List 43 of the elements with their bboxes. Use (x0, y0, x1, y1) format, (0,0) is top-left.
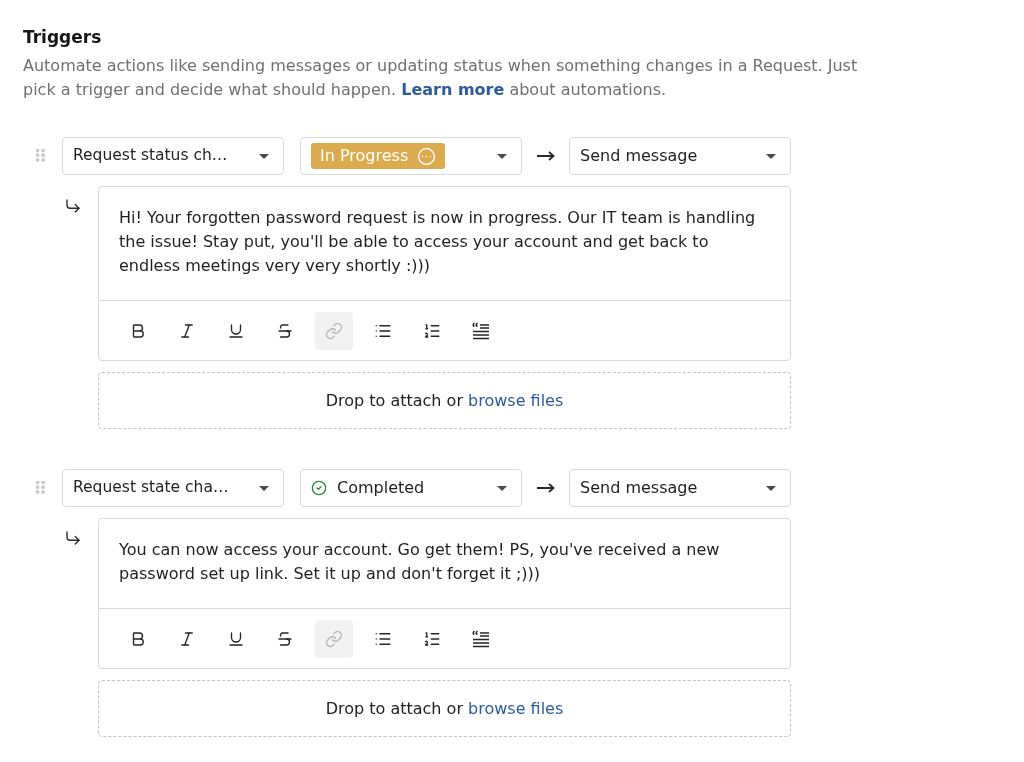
drag-handle-icon[interactable] (36, 481, 46, 495)
underline-icon (227, 629, 245, 648)
return-arrow-icon (64, 197, 82, 215)
message-input[interactable]: You can now access your account. Go get them! PS, you've received a new password set up link. Set it up and don't forget it ;))) (99, 519, 790, 608)
strikethrough-icon (276, 629, 294, 648)
section-description: Automate actions like sending messages or updating status when something changes in a Request. Just pick a trigger and decide what should happen. Learn more about automations. (23, 55, 859, 101)
caret-icon (259, 153, 269, 159)
status-label: Completed (337, 477, 425, 499)
attach-hint: Drop to attach or browse files (325, 389, 564, 412)
status-badge: In Progress (311, 143, 446, 169)
action-select[interactable]: Send message (569, 137, 791, 175)
link-icon (325, 321, 343, 340)
drag-handle-icon[interactable] (36, 149, 46, 163)
learn-more-link[interactable]: Learn more (401, 80, 505, 99)
numbered-list-icon (423, 321, 441, 340)
file-drop-zone[interactable]: Drop to attach or browse files (98, 372, 791, 429)
italic-icon (178, 629, 196, 648)
status-select[interactable]: Completed (300, 469, 522, 507)
caret-icon (766, 153, 776, 159)
event-select[interactable]: Request state cha… (62, 469, 284, 507)
strikethrough-icon (276, 321, 294, 340)
quote-icon (472, 629, 490, 648)
quote-icon (472, 321, 490, 340)
return-arrow-icon (64, 529, 82, 547)
attach-hint: Drop to attach or browse files (325, 697, 564, 720)
caret-icon (766, 485, 776, 491)
underline-icon (227, 321, 245, 340)
caret-icon (497, 153, 507, 159)
action-select[interactable]: Send message (569, 469, 791, 507)
caret-icon (497, 485, 507, 491)
arrow-right-icon (536, 483, 555, 493)
section-title: Triggers (23, 26, 103, 48)
link-icon (325, 629, 343, 648)
italic-icon (178, 321, 196, 340)
file-drop-zone[interactable]: Drop to attach or browse files (98, 680, 791, 737)
browse-files-link[interactable]: browse files (468, 698, 564, 718)
caret-icon (259, 485, 269, 491)
numbered-list-icon (423, 629, 441, 648)
browse-files-link[interactable]: browse files (468, 390, 564, 410)
event-select[interactable]: Request status ch… (62, 137, 284, 175)
message-input[interactable]: Hi! Your forgotten password request is now in progress. Our IT team is handling the issue! Stay put, you'll be able to access your account and get back to endless meetings very very shortly :))) (99, 187, 790, 300)
ellipsis-circle-icon (417, 146, 437, 166)
arrow-right-icon (536, 151, 555, 161)
